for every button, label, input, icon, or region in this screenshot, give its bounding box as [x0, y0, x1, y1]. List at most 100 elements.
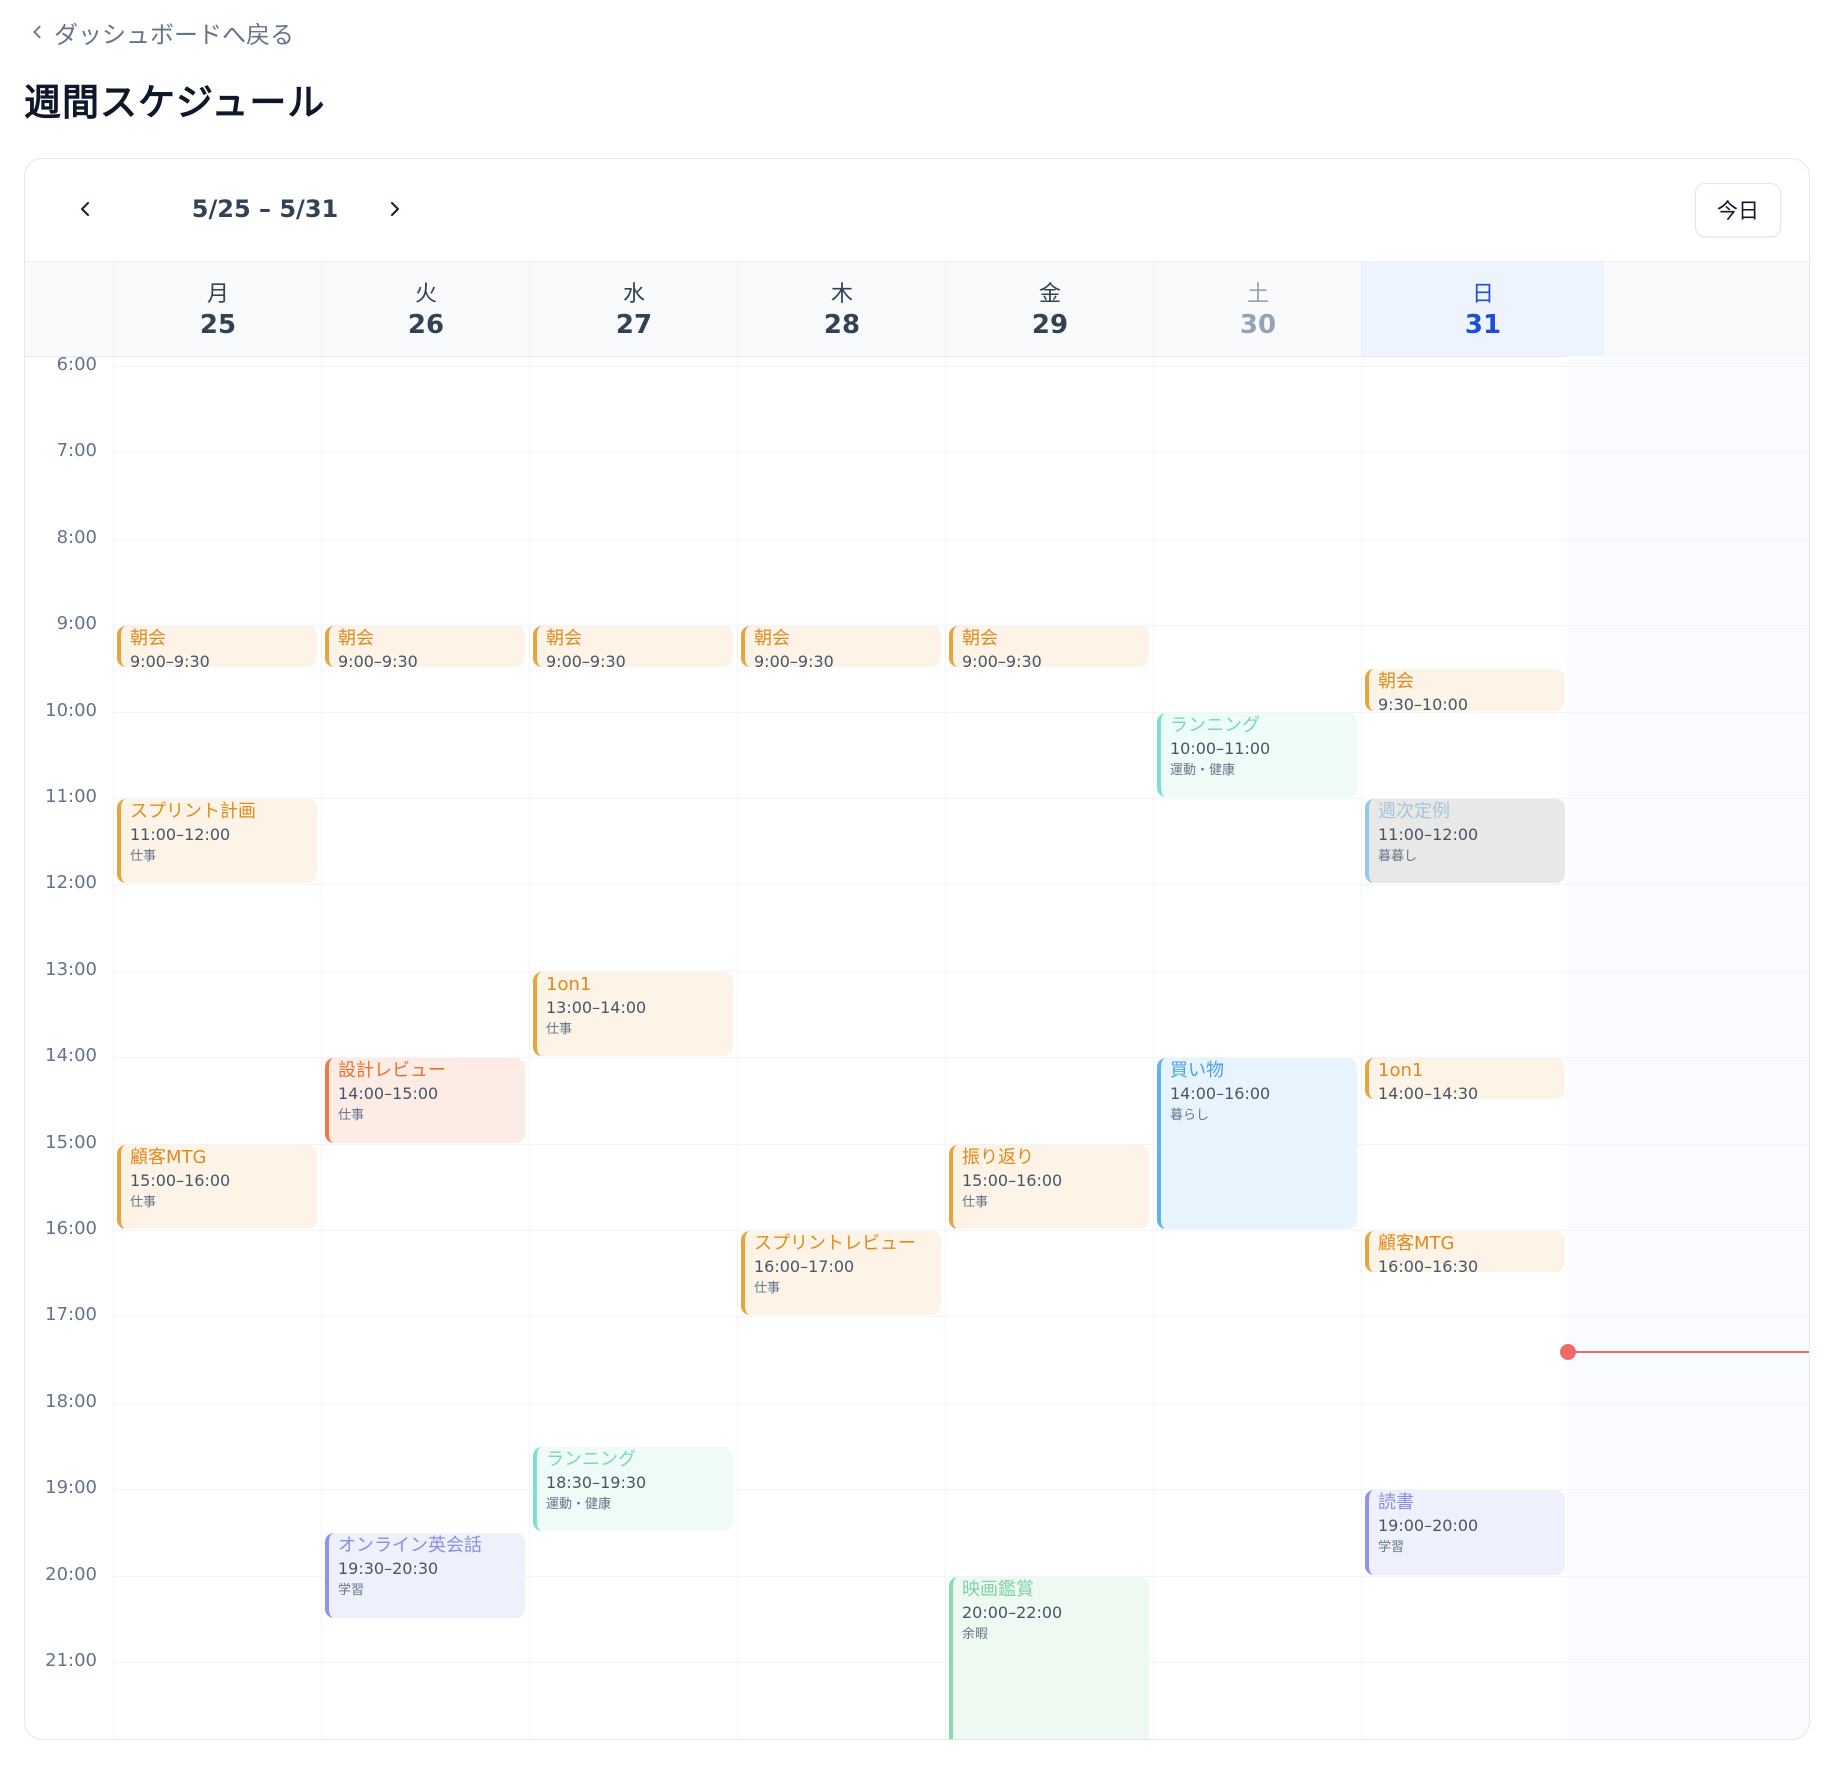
- week-range-label: 5/25 – 5/31: [191, 195, 339, 223]
- event-card[interactable]: スプリント計画 11:00–12:00 仕事: [117, 799, 317, 884]
- event-card[interactable]: オンライン英会話 19:30–20:30 学習: [325, 1533, 525, 1618]
- event-category: 暮らし: [1170, 1108, 1210, 1124]
- weekday-label: 木: [830, 282, 853, 307]
- date-number: 25: [199, 310, 237, 340]
- event-card[interactable]: 読書 19:00–20:00 学習: [1365, 1490, 1565, 1575]
- event-category: 仕事: [130, 849, 157, 864]
- hour-label: 12:00: [45, 872, 97, 894]
- event-card[interactable]: 設計レビュー 14:00–15:00 仕事: [325, 1058, 525, 1143]
- event-title: 朝会: [130, 628, 166, 650]
- event-card[interactable]: 朝会 9:00–9:30: [117, 626, 317, 668]
- weekday-label: 土: [1246, 282, 1269, 307]
- event-time: 14:00–16:00: [1170, 1084, 1271, 1104]
- event-title: 朝会: [1378, 671, 1414, 693]
- weekday-label: 日: [1471, 282, 1494, 307]
- event-card[interactable]: スプリントレビュー 16:00–17:00 仕事: [741, 1231, 941, 1316]
- event-title: 朝会: [338, 628, 374, 650]
- event-card[interactable]: 映画鑑賞 20:00–22:00 余暇: [949, 1576, 1149, 1739]
- today-button[interactable]: 今日: [1695, 183, 1781, 237]
- hour-label: 21:00: [45, 1650, 97, 1671]
- hour-label: 19:00: [45, 1477, 97, 1499]
- date-number: 31: [1464, 310, 1502, 340]
- hour-label: 10:00: [45, 699, 97, 721]
- event-time: 16:00–16:30: [1378, 1257, 1479, 1273]
- chevron-left-icon: [33, 25, 41, 39]
- event-category: 暮暮し: [1378, 849, 1418, 864]
- event-category: 仕事: [546, 1021, 573, 1037]
- hour-label: 20:00: [45, 1563, 97, 1585]
- event-card[interactable]: 朝会 9:30–10:00: [1365, 669, 1565, 711]
- hour-label: 6:00: [56, 356, 97, 375]
- event-time: 19:00–20:00: [1378, 1516, 1479, 1536]
- previous-week-button[interactable]: [63, 187, 107, 231]
- calendar-toolbar: 5/25 – 5/31 今日: [25, 159, 1809, 261]
- event-title: 朝会: [962, 628, 998, 650]
- date-number: 28: [823, 310, 861, 340]
- event-time: 9:30–10:00: [1378, 695, 1469, 711]
- hour-label: 14:00: [45, 1045, 97, 1067]
- time-grid: 6:00 7:00 8:00 9:00 10:00 11:00 12:00 13:00 14:0…: [25, 356, 1809, 1739]
- back-link-label: ダッシュボードへ戻る: [54, 20, 294, 49]
- hour-label: 9:00: [56, 613, 97, 635]
- event-card[interactable]: ランニング 10:00–11:00 運動・健康: [1157, 712, 1357, 797]
- calendar-card: 5/25 – 5/31 今日 月 25 火 26 水 27 木 28 金 29 土 30 日 31 6:0…: [24, 158, 1810, 1740]
- hour-label: 17:00: [45, 1304, 97, 1326]
- hour-label: 7:00: [56, 440, 97, 462]
- event-title: スプリントレビュー: [754, 1233, 916, 1254]
- day-column-divider: [113, 356, 114, 1739]
- event-card[interactable]: 1on1 13:00–14:00 仕事: [533, 971, 733, 1057]
- back-to-dashboard-link[interactable]: ダッシュボードへ戻る: [28, 12, 294, 52]
- next-week-button[interactable]: [373, 187, 417, 231]
- day-column-divider: [529, 356, 530, 1739]
- event-time: 20:00–22:00: [962, 1602, 1063, 1622]
- day-column-divider: [321, 356, 322, 1739]
- event-card[interactable]: ランニング 18:30–19:30 運動・健康: [533, 1447, 733, 1532]
- event-card[interactable]: 顧客MTG 16:00–16:30: [1365, 1231, 1565, 1273]
- weekday-label: 月: [206, 282, 229, 307]
- event-card[interactable]: 週次定例 11:00–12:00 暮暮し: [1365, 799, 1565, 884]
- hour-label: 15:00: [45, 1131, 97, 1153]
- event-category: 運動・健康: [1170, 762, 1236, 778]
- event-card[interactable]: 顧客MTG 15:00–16:00 仕事: [117, 1144, 317, 1229]
- event-card[interactable]: 買い物 14:00–16:00 暮らし: [1157, 1058, 1357, 1229]
- event-category: 仕事: [130, 1194, 157, 1210]
- day-header-29: 金 29: [945, 262, 1154, 356]
- event-time: 18:30–19:30: [546, 1473, 647, 1492]
- event-title: オンライン英会話: [338, 1535, 482, 1557]
- date-number: 30: [1239, 310, 1277, 340]
- event-time: 15:00–16:00: [130, 1170, 231, 1190]
- event-card[interactable]: 朝会 9:00–9:30: [949, 626, 1149, 668]
- hour-label: 11:00: [45, 786, 97, 807]
- event-title: 1on1: [1378, 1060, 1424, 1082]
- event-card[interactable]: 朝会 9:00–9:30: [533, 626, 733, 668]
- event-time: 9:00–9:30: [338, 652, 418, 668]
- chevron-right-icon: [390, 201, 400, 217]
- event-card[interactable]: 朝会 9:00–9:30: [741, 626, 941, 668]
- event-title: 読書: [1378, 1492, 1414, 1514]
- hour-gridline: [113, 711, 1809, 713]
- event-title: 設計レビュー: [338, 1060, 446, 1082]
- event-card[interactable]: 朝会 9:00–9:30: [325, 626, 525, 668]
- event-time: 13:00–14:00: [546, 997, 647, 1017]
- hour-gridline: [113, 538, 1809, 540]
- day-header-row: 月 25 火 26 水 27 木 28 金 29 土 30 日 31: [25, 261, 1809, 357]
- hour-gridline: [113, 970, 1809, 972]
- event-title: ランニング: [546, 1449, 636, 1470]
- event-category: 学習: [338, 1583, 365, 1599]
- hour-label: 8:00: [56, 526, 97, 548]
- event-time: 15:00–16:00: [962, 1170, 1063, 1190]
- day-column-divider: [945, 356, 946, 1739]
- event-card[interactable]: 振り返り 15:00–16:00 仕事: [949, 1144, 1149, 1229]
- event-time: 10:00–11:00: [1170, 738, 1271, 758]
- event-category: 仕事: [962, 1194, 989, 1210]
- page-title: 週間スケジュール: [24, 81, 326, 124]
- day-header-25: 月 25: [113, 262, 322, 356]
- hour-gridline: [113, 366, 1809, 367]
- event-card[interactable]: 1on1 14:00–14:30: [1365, 1058, 1565, 1100]
- event-category: 学習: [1378, 1540, 1405, 1556]
- date-number: 27: [615, 310, 653, 340]
- event-title: 映画鑑賞: [962, 1578, 1034, 1600]
- weekday-label: 火: [414, 282, 437, 307]
- event-time: 19:30–20:30: [338, 1559, 439, 1579]
- event-category: 仕事: [754, 1281, 781, 1296]
